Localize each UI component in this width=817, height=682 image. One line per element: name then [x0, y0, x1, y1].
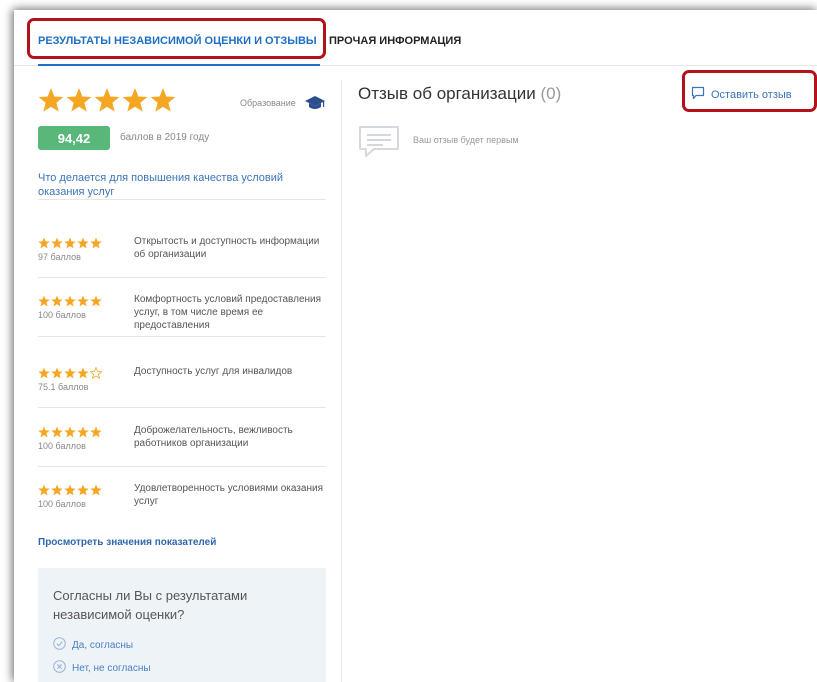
cross-circle-icon — [53, 660, 66, 676]
reviews-title: Отзыв об организации (0) — [358, 84, 561, 104]
star-icon — [90, 295, 102, 307]
browser-window: РЕЗУЛЬТАТЫ НЕЗАВИСИМОЙ ОЦЕНКИ И ОТЗЫВЫ П… — [14, 10, 817, 682]
criterion-stars — [38, 295, 102, 307]
divider — [38, 277, 326, 278]
criterion-stars — [38, 367, 102, 379]
score-caption: баллов в 2019 году — [120, 132, 210, 143]
star-icon — [38, 426, 50, 438]
tab-other-info[interactable]: ПРОЧАЯ ИНФОРМАЦИЯ — [329, 35, 461, 47]
star-icon — [51, 484, 63, 496]
star-icon — [122, 87, 148, 117]
graduation-cap-icon — [305, 95, 325, 116]
criterion-score: 100 баллов — [38, 499, 86, 509]
criterion-score: 100 баллов — [38, 441, 86, 451]
star-icon — [38, 484, 50, 496]
agree-no-option[interactable]: Нет, не согласны — [53, 660, 151, 676]
star-icon — [77, 426, 89, 438]
star-icon — [150, 87, 176, 117]
criterion-stars — [38, 484, 102, 496]
rating-panel: Образование 94,42 баллов в 2019 году Что… — [38, 65, 328, 682]
agree-yes-label: Да, согласны — [72, 639, 134, 651]
star-icon — [94, 87, 120, 117]
divider — [38, 199, 326, 200]
divider — [38, 466, 326, 467]
comment-icon — [691, 86, 705, 103]
star-icon — [90, 237, 102, 249]
star-icon — [38, 237, 50, 249]
star-icon — [90, 484, 102, 496]
criterion-label: Комфортность условий предоставления услу… — [134, 294, 322, 331]
star-icon — [38, 295, 50, 307]
star-icon — [51, 367, 63, 379]
star-icon — [64, 484, 76, 496]
star-icon — [64, 367, 76, 379]
star-icon — [66, 87, 92, 117]
reviews-title-text: Отзыв об организации — [358, 84, 536, 103]
agree-panel: Согласны ли Вы с результатами независимо… — [38, 568, 326, 682]
criterion-label: Доброжелательность, вежливость работнико… — [134, 425, 293, 449]
tab-evaluation-results[interactable]: РЕЗУЛЬТАТЫ НЕЗАВИСИМОЙ ОЦЕНКИ И ОТЗЫВЫ — [38, 35, 317, 47]
column-divider — [341, 80, 342, 682]
criterion-label: Удовлетворенность условиями оказания усл… — [134, 483, 323, 507]
star-icon — [77, 237, 89, 249]
criterion-stars — [38, 237, 102, 249]
criterion-label: Доступность услуг для инвалидов — [134, 366, 293, 377]
star-icon — [64, 237, 76, 249]
empty-comment-icon — [358, 125, 400, 164]
criterion-label: Открытость и доступность информации об о… — [134, 236, 320, 260]
star-icon — [64, 295, 76, 307]
tab-bar: РЕЗУЛЬТАТЫ НЕЗАВИСИМОЙ ОЦЕНКИ И ОТЗЫВЫ П… — [14, 10, 817, 66]
score-badge: 94,42 — [38, 126, 110, 150]
criterion-score: 75.1 баллов — [38, 382, 89, 392]
overall-stars — [38, 87, 176, 117]
empty-reviews-text: Ваш отзыв будет первым — [413, 135, 519, 145]
criterion-score: 100 баллов — [38, 310, 86, 320]
category-label: Образование — [240, 98, 296, 108]
star-icon — [90, 367, 102, 379]
check-circle-icon — [53, 637, 66, 653]
divider — [38, 407, 326, 408]
star-icon — [90, 426, 102, 438]
star-icon — [51, 295, 63, 307]
agree-question: Согласны ли Вы с результатами независимо… — [53, 588, 248, 622]
criterion-stars — [38, 426, 102, 438]
reviews-count: (0) — [540, 84, 562, 103]
star-icon — [77, 295, 89, 307]
star-icon — [51, 237, 63, 249]
leave-review-button[interactable]: Оставить отзыв — [691, 86, 792, 103]
agree-yes-option[interactable]: Да, согласны — [53, 637, 133, 653]
criterion-score: 97 баллов — [38, 252, 81, 262]
view-indicators-link[interactable]: Просмотреть значения показателей — [38, 537, 216, 548]
improve-quality-link[interactable]: Что делается для повышения качества усло… — [38, 171, 318, 199]
star-icon — [77, 367, 89, 379]
divider — [38, 336, 326, 337]
star-icon — [51, 426, 63, 438]
agree-no-label: Нет, не согласны — [72, 662, 151, 674]
star-icon — [77, 484, 89, 496]
star-icon — [64, 426, 76, 438]
star-icon — [38, 367, 50, 379]
star-icon — [38, 87, 64, 117]
leave-review-label: Оставить отзыв — [711, 88, 792, 101]
